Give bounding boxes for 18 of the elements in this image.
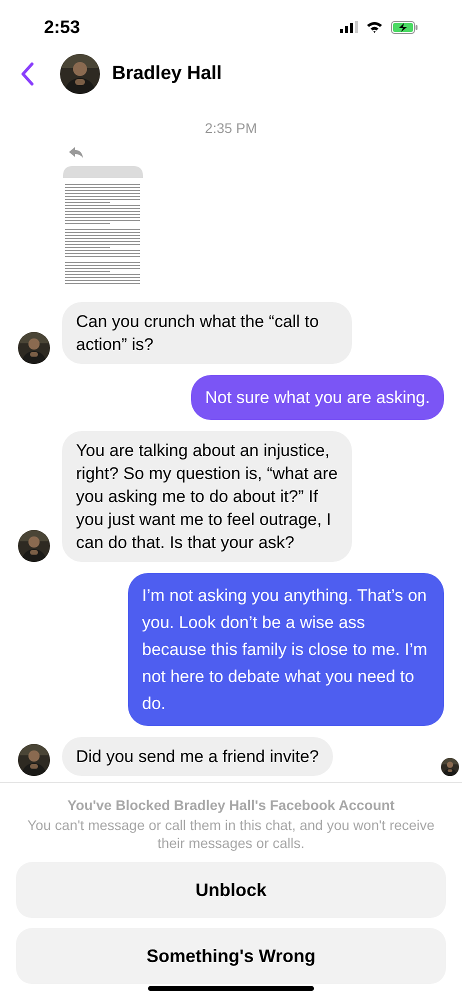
outgoing-message[interactable]: Not sure what you are asking. bbox=[191, 375, 444, 420]
contact-avatar bbox=[60, 54, 100, 94]
outgoing-message[interactable]: I’m not asking you anything. That’s on you. Look don’t be a wise ass because this family is close to me. I’m not here to debate what you need to do. bbox=[128, 573, 444, 726]
battery-charging-icon bbox=[391, 20, 418, 34]
blocked-description: You can't message or call them in this chat, and you won't receive their messages or calls. bbox=[26, 816, 436, 852]
contact-name[interactable]: Bradley Hall bbox=[112, 60, 222, 88]
incoming-message[interactable]: Did you send me a friend invite? bbox=[62, 737, 333, 776]
incoming-message[interactable]: Can you crunch what the “call to action” is? bbox=[62, 302, 352, 364]
status-time: 2:53 bbox=[44, 16, 80, 38]
back-icon bbox=[20, 62, 34, 86]
reply-icon[interactable] bbox=[69, 147, 83, 158]
action-button[interactable]: Something's Wrong bbox=[16, 928, 446, 984]
wifi-icon bbox=[366, 21, 383, 33]
blocked-title: You've Blocked Bradley Hall's Facebook Account bbox=[67, 796, 395, 815]
timestamp: 2:35 PM bbox=[204, 119, 258, 138]
incoming-message[interactable]: You are talking about an injustice, right? So my question is, “what are you asking me to do about it?” If you just want me to feel outrage, I can do that. Is that your ask? bbox=[62, 431, 352, 562]
signal-icon bbox=[340, 21, 358, 33]
action-button[interactable]: Unblock bbox=[16, 862, 446, 918]
